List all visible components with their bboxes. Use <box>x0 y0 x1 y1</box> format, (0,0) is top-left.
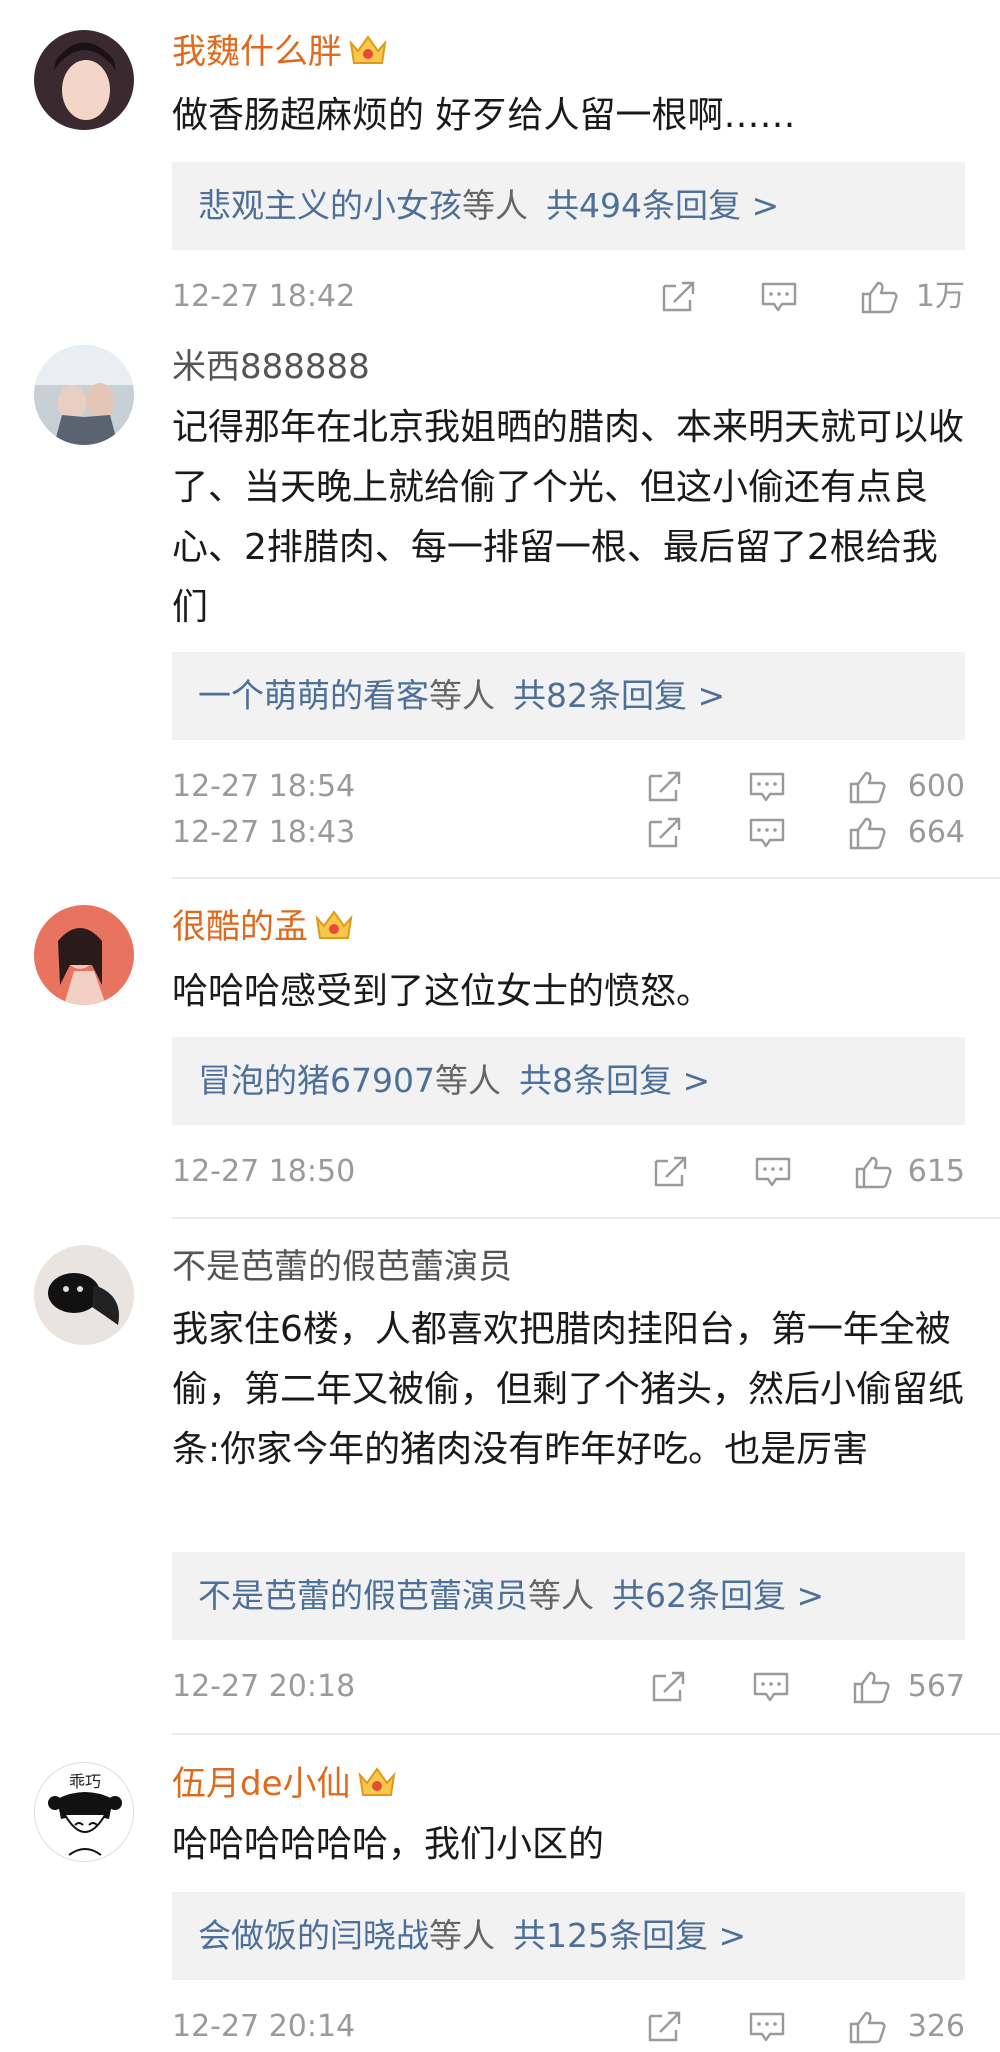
reply-summary[interactable]: 悲观主义的小女孩等人 共494条回复 > <box>172 162 965 250</box>
timestamp: 12-27 18:43 <box>172 815 356 850</box>
avatar[interactable] <box>34 1245 134 1345</box>
like-icon[interactable] <box>848 2010 886 2044</box>
username[interactable]: 米西888888 <box>172 345 370 389</box>
username[interactable]: 不是芭蕾的假芭蕾演员 <box>172 1245 512 1289</box>
avatar-text: 乖巧 <box>69 1772 101 1791</box>
comment-text: 我家住6楼，人都喜欢把腊肉挂阳台，第一年全被偷，第二年又被偷，但剩了个猪头，然后… <box>172 1309 965 1470</box>
avatar[interactable] <box>34 30 134 130</box>
avatar[interactable]: 乖巧 <box>34 1762 134 1862</box>
like-count: 567 <box>907 1669 965 1704</box>
reply-count[interactable]: 共494条回复 > <box>546 186 779 225</box>
reply-users[interactable]: 悲观主义的小女孩 <box>198 186 462 225</box>
reply-summary[interactable]: 会做饭的闫晓战等人 共125条回复 > <box>172 1892 965 1980</box>
share-icon[interactable] <box>646 816 684 850</box>
comment-meta: 12-27 18:43 664 <box>172 808 965 858</box>
reply-count[interactable]: 共62条回复 > <box>612 1576 824 1615</box>
comment-icon[interactable] <box>760 280 798 314</box>
comment-text: 记得那年在北京我姐晒的腊肉、本来明天就可以收了、当天晚上就给偷了个光、但这小偷还… <box>172 407 965 628</box>
reply-count[interactable]: 共125条回复 > <box>513 1916 746 1955</box>
reply-users[interactable]: 一个萌萌的看客 <box>198 676 429 715</box>
like-count: 326 <box>907 2009 965 2044</box>
divider <box>172 877 1000 879</box>
comment-meta: 12-27 18:42 1万 <box>172 272 965 322</box>
reply-summary[interactable]: 一个萌萌的看客等人 共82条回复 > <box>172 652 965 740</box>
comment-meta: 12-27 20:18 567 <box>172 1662 965 1712</box>
crown-icon <box>348 33 388 67</box>
username[interactable]: 很酷的孟 <box>172 905 354 949</box>
like-icon[interactable] <box>860 280 898 314</box>
like-count: 615 <box>907 1154 965 1189</box>
comment-icon[interactable] <box>754 1155 792 1189</box>
timestamp: 12-27 18:54 <box>172 769 356 804</box>
share-icon[interactable] <box>646 770 684 804</box>
avatar[interactable] <box>34 905 134 1005</box>
share-icon[interactable] <box>652 1155 690 1189</box>
divider <box>172 1217 1000 1219</box>
avatar[interactable] <box>34 345 134 445</box>
comment-text: 哈哈哈哈哈哈，我们小区的 <box>172 1824 605 1865</box>
like-count: 664 <box>907 815 965 850</box>
crown-icon <box>314 908 354 942</box>
comment-icon[interactable] <box>748 816 786 850</box>
divider <box>172 1733 1000 1735</box>
comment-meta: 12-27 18:50 615 <box>172 1147 965 1197</box>
like-icon[interactable] <box>852 1670 890 1704</box>
comment-meta: 12-27 20:14 326 <box>172 2002 965 2052</box>
crown-icon <box>357 1765 397 1799</box>
reply-users[interactable]: 会做饭的闫晓战 <box>198 1916 429 1955</box>
share-icon[interactable] <box>650 1670 688 1704</box>
comment-text: 做香肠超麻烦的 好歹给人留一根啊…… <box>172 95 796 136</box>
comment-text: 哈哈哈感受到了这位女士的愤怒。 <box>172 971 713 1012</box>
reply-count[interactable]: 共8条回复 > <box>519 1061 710 1100</box>
username[interactable]: 我魏什么胖 <box>172 30 388 74</box>
username[interactable]: 伍月de小仙 <box>172 1762 397 1806</box>
like-icon[interactable] <box>854 1155 892 1189</box>
timestamp: 12-27 18:42 <box>172 279 356 314</box>
timestamp: 12-27 18:50 <box>172 1154 356 1189</box>
reply-count[interactable]: 共82条回复 > <box>513 676 725 715</box>
reply-summary[interactable]: 冒泡的猪67907等人 共8条回复 > <box>172 1037 965 1125</box>
reply-users[interactable]: 不是芭蕾的假芭蕾演员 <box>198 1576 528 1615</box>
timestamp: 12-27 20:18 <box>172 1669 356 1704</box>
like-count: 600 <box>907 769 965 804</box>
like-icon[interactable] <box>848 770 886 804</box>
share-icon[interactable] <box>646 2010 684 2044</box>
like-icon[interactable] <box>848 816 886 850</box>
comment-icon[interactable] <box>752 1670 790 1704</box>
timestamp: 12-27 20:14 <box>172 2009 356 2044</box>
comment-icon[interactable] <box>748 2010 786 2044</box>
share-icon[interactable] <box>660 280 698 314</box>
like-count: 1万 <box>915 279 965 314</box>
reply-users[interactable]: 冒泡的猪67907 <box>198 1061 435 1100</box>
comment-icon[interactable] <box>748 770 786 804</box>
comment-meta: 12-27 18:54 600 <box>172 762 965 812</box>
reply-summary[interactable]: 不是芭蕾的假芭蕾演员等人 共62条回复 > <box>172 1552 965 1640</box>
